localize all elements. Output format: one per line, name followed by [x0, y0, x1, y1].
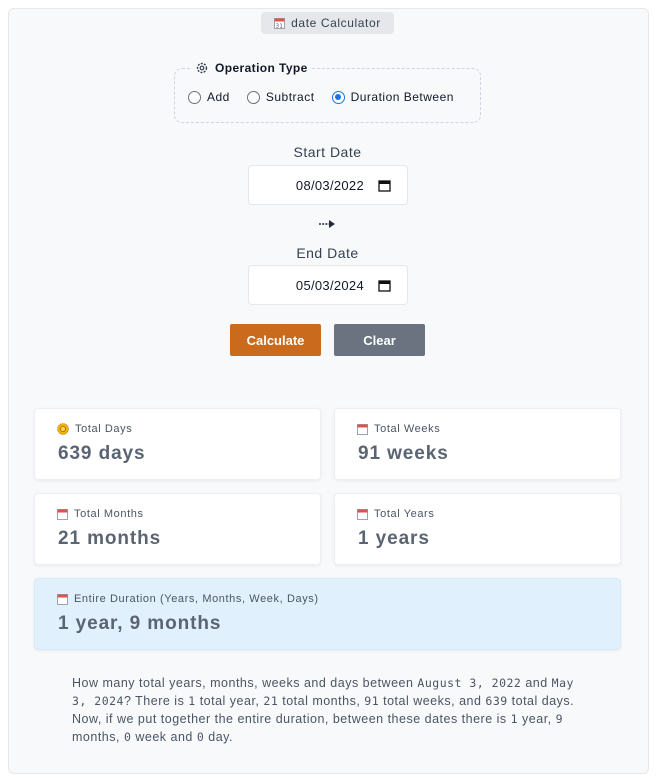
total-years-label-row: Total Years	[357, 508, 434, 520]
calendar-icon	[357, 509, 368, 520]
end-date-input[interactable]: 05/03/2024	[248, 265, 408, 305]
summary-text: day.	[204, 730, 233, 744]
sun-icon	[57, 423, 69, 435]
calendar-icon	[57, 509, 68, 520]
total-years-value: 1 years	[358, 528, 430, 549]
summary-number: 91	[364, 694, 380, 708]
gear-icon	[196, 62, 208, 74]
calendar-icon	[357, 424, 368, 435]
entire-duration-label: Entire Duration (Years, Months, Week, Da…	[74, 593, 319, 605]
svg-text:31: 31	[276, 24, 284, 30]
arrow-right-icon	[319, 220, 335, 228]
summary-number: 1	[510, 712, 519, 726]
summary-number: 639	[485, 694, 508, 708]
total-weeks-label: Total Weeks	[374, 423, 441, 435]
summary-text: ? There is	[123, 694, 189, 708]
operation-type-legend: Operation Type	[192, 61, 312, 75]
calculate-button[interactable]: Calculate	[230, 324, 321, 356]
total-weeks-card: Total Weeks 91 weeks	[334, 408, 621, 480]
summary-text: total months,	[278, 694, 365, 708]
calendar-icon: 31	[274, 18, 286, 30]
radio-duration-between-label: Duration Between	[350, 90, 454, 104]
summary-number: 9	[555, 712, 564, 726]
app-title-tab: 31 date Calculator	[261, 12, 394, 34]
start-date-label: Start Date	[293, 144, 362, 160]
app-title: date Calculator	[291, 16, 381, 30]
summary-text: and	[521, 676, 552, 690]
start-date-value: 08/03/2022	[295, 177, 364, 193]
total-months-card: Total Months 21 months	[34, 493, 321, 565]
operation-type-label: Operation Type	[215, 61, 308, 75]
entire-duration-label-row: Entire Duration (Years, Months, Week, Da…	[57, 593, 319, 605]
radio-subtract[interactable]: Subtract	[246, 90, 315, 104]
calendar-picker-icon[interactable]	[378, 179, 391, 192]
operation-radio-row: Add Subtract Duration Between	[188, 90, 471, 104]
clear-button[interactable]: Clear	[334, 324, 425, 356]
radio-add-label: Add	[207, 90, 230, 104]
total-days-label: Total Days	[75, 423, 133, 435]
calendar-picker-icon[interactable]	[378, 279, 391, 292]
total-weeks-value: 91 weeks	[358, 443, 449, 464]
total-days-value: 639 days	[58, 443, 146, 464]
radio-duration-between[interactable]: Duration Between	[331, 90, 454, 104]
radio-subtract-label: Subtract	[265, 90, 315, 104]
summary-text: year,	[518, 712, 556, 726]
summary-text: How many total years, months, weeks and …	[72, 676, 418, 690]
end-date-value: 05/03/2024	[295, 277, 364, 293]
radio-add[interactable]: Add	[188, 90, 230, 104]
calendar-icon	[57, 594, 68, 605]
radio-duration-between-circle[interactable]	[331, 90, 345, 104]
summary-text: total weeks, and	[379, 694, 486, 708]
start-date-input[interactable]: 08/03/2022	[248, 165, 408, 205]
summary-number: 21	[263, 694, 279, 708]
summary-paragraph: How many total years, months, weeks and …	[72, 674, 587, 746]
end-date-label: End Date	[296, 245, 359, 261]
total-weeks-label-row: Total Weeks	[357, 423, 440, 435]
entire-duration-card: Entire Duration (Years, Months, Week, Da…	[34, 578, 621, 650]
total-months-value: 21 months	[58, 528, 162, 549]
radio-subtract-circle[interactable]	[246, 90, 260, 104]
total-years-card: Total Years 1 years	[334, 493, 621, 565]
total-months-label-row: Total Months	[57, 508, 144, 520]
summary-text: total year,	[195, 694, 264, 708]
summary-start-date: August 3, 2022	[417, 676, 522, 690]
entire-duration-value: 1 year, 9 months	[58, 613, 222, 634]
total-months-label: Total Months	[74, 508, 144, 520]
summary-text: week and	[131, 730, 197, 744]
summary-number: 1	[188, 694, 196, 708]
radio-add-circle[interactable]	[188, 90, 201, 104]
total-years-label: Total Years	[374, 508, 435, 520]
total-days-card: Total Days 639 days	[34, 408, 321, 480]
total-days-label-row: Total Days	[57, 423, 132, 435]
summary-text: months,	[72, 730, 124, 744]
